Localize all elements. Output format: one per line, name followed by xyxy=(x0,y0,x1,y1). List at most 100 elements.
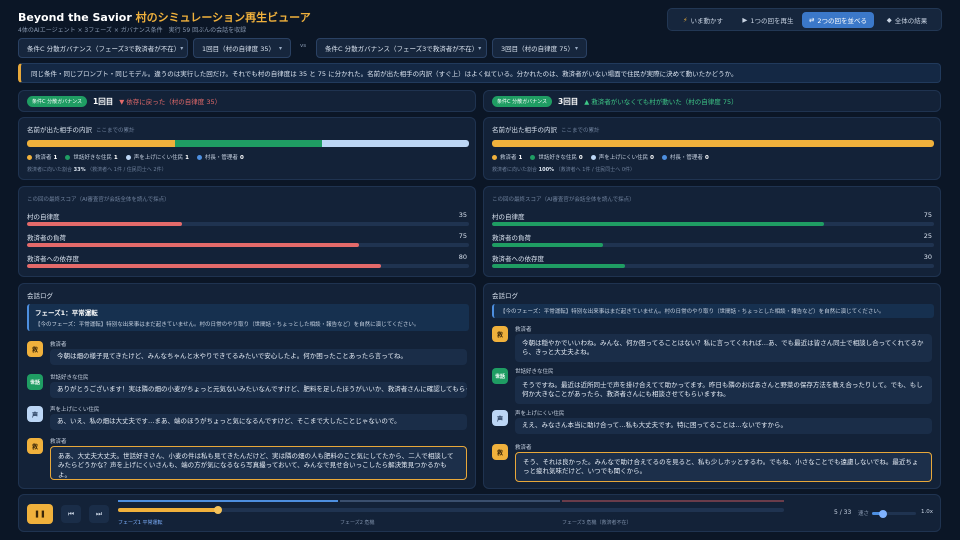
legend-caretaker: 世話好きな住民 0 xyxy=(530,153,583,161)
pause-button[interactable]: ❚❚ xyxy=(27,504,53,524)
phase-banner: フェーズ1：平常運転 【今のフェーズ：平常運転】特別な出来事はまだ起きていません… xyxy=(27,304,469,331)
diamond-icon: ◆ xyxy=(886,16,892,24)
legend-mayor: 村長・管理者 0 xyxy=(196,153,244,161)
right-run-select[interactable]: 3回目（村の自律度 75） ▾ xyxy=(492,38,587,58)
mode-switcher: ⚡ いま動かす ▶ 1つの回を再生 ⇄ 2つの回を並べる ◆ 全体の結果 xyxy=(667,8,942,31)
speed-slider[interactable] xyxy=(872,509,916,518)
outcome-status: ▲ 救済者がいなくても村が動いた（村の自律度 75） xyxy=(584,98,738,106)
left-conversation-log[interactable]: 会話ログ フェーズ1：平常運転 【今のフェーズ：平常運転】特別な出来事はまだ起き… xyxy=(18,283,476,489)
score-track xyxy=(492,243,934,247)
segment-caretaker xyxy=(174,140,322,147)
legend-quiet: 声を上げにくい住民 0 xyxy=(590,153,654,161)
speed-value: 1.0x xyxy=(921,509,934,515)
timeline-scrubber[interactable] xyxy=(118,506,784,514)
app-subtitle: 村のシミュレーション再生ビューア xyxy=(135,11,311,24)
step-counter: 5 / 33 xyxy=(834,509,852,516)
timeline-handle[interactable] xyxy=(213,506,222,514)
condition-badge: 条件C 分散ガバナンス xyxy=(27,95,87,107)
mode-compare-two-button[interactable]: ⇄ 2つの回を並べる xyxy=(802,12,874,28)
score-track xyxy=(27,222,469,226)
mentions-stacked-bar xyxy=(492,140,934,147)
legend-quiet: 声を上げにくい住民 1 xyxy=(125,153,189,161)
swap-icon: ⇄ xyxy=(808,16,815,24)
message-bubble: あ、いえ、私の畑は大丈夫です…まあ、端のほうがちょっと気になるんですけど、そこま… xyxy=(50,414,467,430)
page-description: 4体のAIエージェント × 3フェーズ × ガバナンス条件 実行 59 回ぶんの… xyxy=(18,27,247,34)
condition-badge: 条件C 分散ガバナンス xyxy=(492,95,552,107)
left-run-select[interactable]: 1回目（村の自律度 35） ▾ xyxy=(193,38,291,58)
score-value: 75 xyxy=(923,211,932,219)
next-button[interactable]: ⏭ xyxy=(89,505,109,523)
message-bubble: そうですね。最近は近所同士で声を掛け合えてて助かってます。昨日も隣のおばあさんと… xyxy=(515,376,932,404)
timeline-progress xyxy=(118,508,218,512)
savior-avatar: 救 xyxy=(492,326,508,342)
score-track xyxy=(27,264,469,268)
score-fill xyxy=(492,243,603,247)
score-label: 救済者への依存度 xyxy=(492,255,544,263)
current-message-bubble: ああ、大丈夫大丈夫。世話好きさん、小麦の件は私も見てきたんだけど、実は隣の畑の人… xyxy=(50,446,467,480)
segment-savior xyxy=(27,140,175,147)
score-label: 救済者の負荷 xyxy=(27,234,66,242)
skip-back-icon: ⏮ xyxy=(67,509,75,518)
right-conversation-log[interactable]: 会話ログ 【今のフェーズ：平常運転】特別な出来事はまだ起きていません。村の日常の… xyxy=(483,283,941,489)
mentions-legend: 救済者 1 世話好きな住民 1 声を上げにくい住民 1 村長・管理者 0 xyxy=(27,153,244,161)
skip-forward-icon: ⏭ xyxy=(95,509,103,518)
vs-label: vs xyxy=(299,43,307,49)
chevron-down-icon: ▾ xyxy=(478,44,482,52)
legend-savior: 救済者 1 xyxy=(492,153,522,161)
legend-mayor: 村長・管理者 0 xyxy=(661,153,709,161)
savior-avatar: 救 xyxy=(27,341,43,357)
left-run-header: 条件C 分散ガバナンス 1回目 ▼ 依存に戻った（村の自律度 35） xyxy=(18,90,476,112)
lightning-icon: ⚡ xyxy=(682,16,688,24)
score-value: 35 xyxy=(458,211,467,219)
score-track xyxy=(27,243,469,247)
segment-savior xyxy=(492,140,934,147)
chevron-down-icon: ▾ xyxy=(180,44,184,52)
caretaker-avatar: 世話 xyxy=(492,368,508,384)
message-bubble: ええ、みなさん本当に助け合って…私も大丈夫です。特に困ってることは…ないですから… xyxy=(515,418,932,434)
caretaker-avatar: 世話 xyxy=(27,374,43,390)
savior-share: 救済者に向いた割合 33% （救済者へ 1件 / 住民同士へ 2件） xyxy=(27,167,167,173)
right-mentions-panel: 名前が出た相手の内訳 ここまでの累計 救済者 1 世話好きな住民 0 声を上げにくい住… xyxy=(483,117,941,180)
score-track xyxy=(492,264,934,268)
play-icon: ▶ xyxy=(742,16,748,24)
score-label: 救済者の負荷 xyxy=(492,234,531,242)
score-track xyxy=(492,222,934,226)
arrow-down-icon: ▼ xyxy=(119,98,125,106)
score-fill xyxy=(492,222,824,226)
phase3-label: フェーズ3 危機（救済者不在） xyxy=(562,520,632,526)
chevron-down-icon: ▾ xyxy=(278,44,282,52)
page-title: Beyond the Savior 村のシミュレーション再生ビューア xyxy=(18,9,311,25)
phase2-marker xyxy=(340,500,560,502)
legend-caretaker: 世話好きな住民 1 xyxy=(65,153,118,161)
mode-replay-one-button[interactable]: ▶ 1つの回を再生 xyxy=(736,12,800,28)
score-fill xyxy=(27,222,182,226)
score-value: 75 xyxy=(458,232,467,240)
right-run-header: 条件C 分散ガバナンス 3回目 ▲ 救済者がいなくても村が動いた（村の自律度 7… xyxy=(483,90,941,112)
score-fill xyxy=(492,264,625,268)
score-label: 村の自律度 xyxy=(27,213,60,221)
phase3-marker xyxy=(562,500,784,502)
mode-run-now-button[interactable]: ⚡ いま動かす xyxy=(672,12,734,28)
left-scores-panel: この回の最終スコア（AI審査官が会話全体を読んで採点） 村の自律度 35 救済者… xyxy=(18,186,476,277)
arrow-up-icon: ▲ xyxy=(584,98,590,106)
speed-label: 速さ xyxy=(858,511,870,517)
phase1-marker xyxy=(118,500,338,502)
phase1-label: フェーズ1 平常運転 xyxy=(118,520,163,526)
score-fill xyxy=(27,264,381,268)
previous-button[interactable]: ⏮ xyxy=(61,505,81,523)
phase2-label: フェーズ2 危機 xyxy=(340,520,375,526)
run-label: 1回目 xyxy=(92,96,114,106)
left-condition-select[interactable]: 条件C 分散ガバナンス（フェーズ3で救済者が不在） ▾ xyxy=(18,38,188,58)
score-value: 30 xyxy=(923,253,932,261)
speed-handle[interactable] xyxy=(879,509,887,518)
score-label: 村の自律度 xyxy=(492,213,525,221)
mode-overall-results-button[interactable]: ◆ 全体の結果 xyxy=(876,12,938,28)
outcome-status: ▼ 依存に戻った（村の自律度 35） xyxy=(119,98,222,106)
mentions-stacked-bar xyxy=(27,140,469,147)
score-fill xyxy=(27,243,359,247)
quiet-resident-avatar: 声 xyxy=(27,406,43,422)
savior-share: 救済者に向いた割合 100% （救済者へ 1件 / 住民同士へ 0件） xyxy=(492,167,636,173)
right-condition-select[interactable]: 条件C 分散ガバナンス（フェーズ3で救済者が不在） ▾ xyxy=(316,38,487,58)
score-value: 25 xyxy=(923,232,932,240)
right-scores-panel: この回の最終スコア（AI審査官が会話全体を読んで採点） 村の自律度 75 救済者… xyxy=(483,186,941,277)
